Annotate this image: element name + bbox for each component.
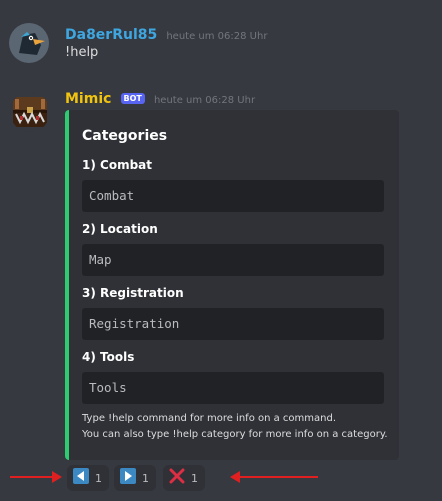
annotation-arrow-left-icon	[228, 466, 320, 492]
bot-badge: BOT	[120, 93, 145, 104]
username[interactable]: Da8erRul85	[65, 27, 157, 43]
message-text: !help	[65, 45, 99, 60]
field-value-code: Combat	[82, 180, 384, 212]
bot-avatar[interactable]	[10, 92, 50, 132]
field-name: 4) Tools	[82, 350, 135, 364]
field-name: 1) Combat	[82, 158, 152, 172]
arrow-right-icon	[120, 468, 136, 488]
timestamp: heute um 06:28 Uhr	[153, 95, 256, 106]
field-value-code: Map	[82, 244, 384, 276]
x-icon	[169, 468, 185, 488]
reaction-count: 1	[95, 471, 102, 485]
field-name: 2) Location	[82, 222, 158, 236]
reaction-prev[interactable]: 1	[67, 465, 109, 491]
help-embed: Categories 1) Combat Combat 2) Location …	[65, 110, 399, 460]
user-avatar[interactable]	[9, 23, 49, 63]
arrow-left-icon	[73, 468, 89, 488]
reaction-next[interactable]: 1	[114, 465, 156, 491]
reaction-count: 1	[191, 471, 198, 485]
username[interactable]: Mimic	[65, 91, 111, 107]
annotation-arrow-right-icon	[8, 466, 64, 492]
field-value-code: Tools	[82, 372, 384, 404]
reaction-count: 1	[142, 471, 149, 485]
timestamp: heute um 06:28 Uhr	[166, 31, 268, 42]
field-value-code: Registration	[82, 308, 384, 340]
embed-footer-line: You can also type !help category for mor…	[82, 429, 388, 440]
field-name: 3) Registration	[82, 286, 184, 300]
reaction-close[interactable]: 1	[163, 465, 205, 491]
embed-title: Categories	[82, 128, 168, 144]
embed-footer-line: Type !help command for more info on a co…	[82, 413, 337, 424]
